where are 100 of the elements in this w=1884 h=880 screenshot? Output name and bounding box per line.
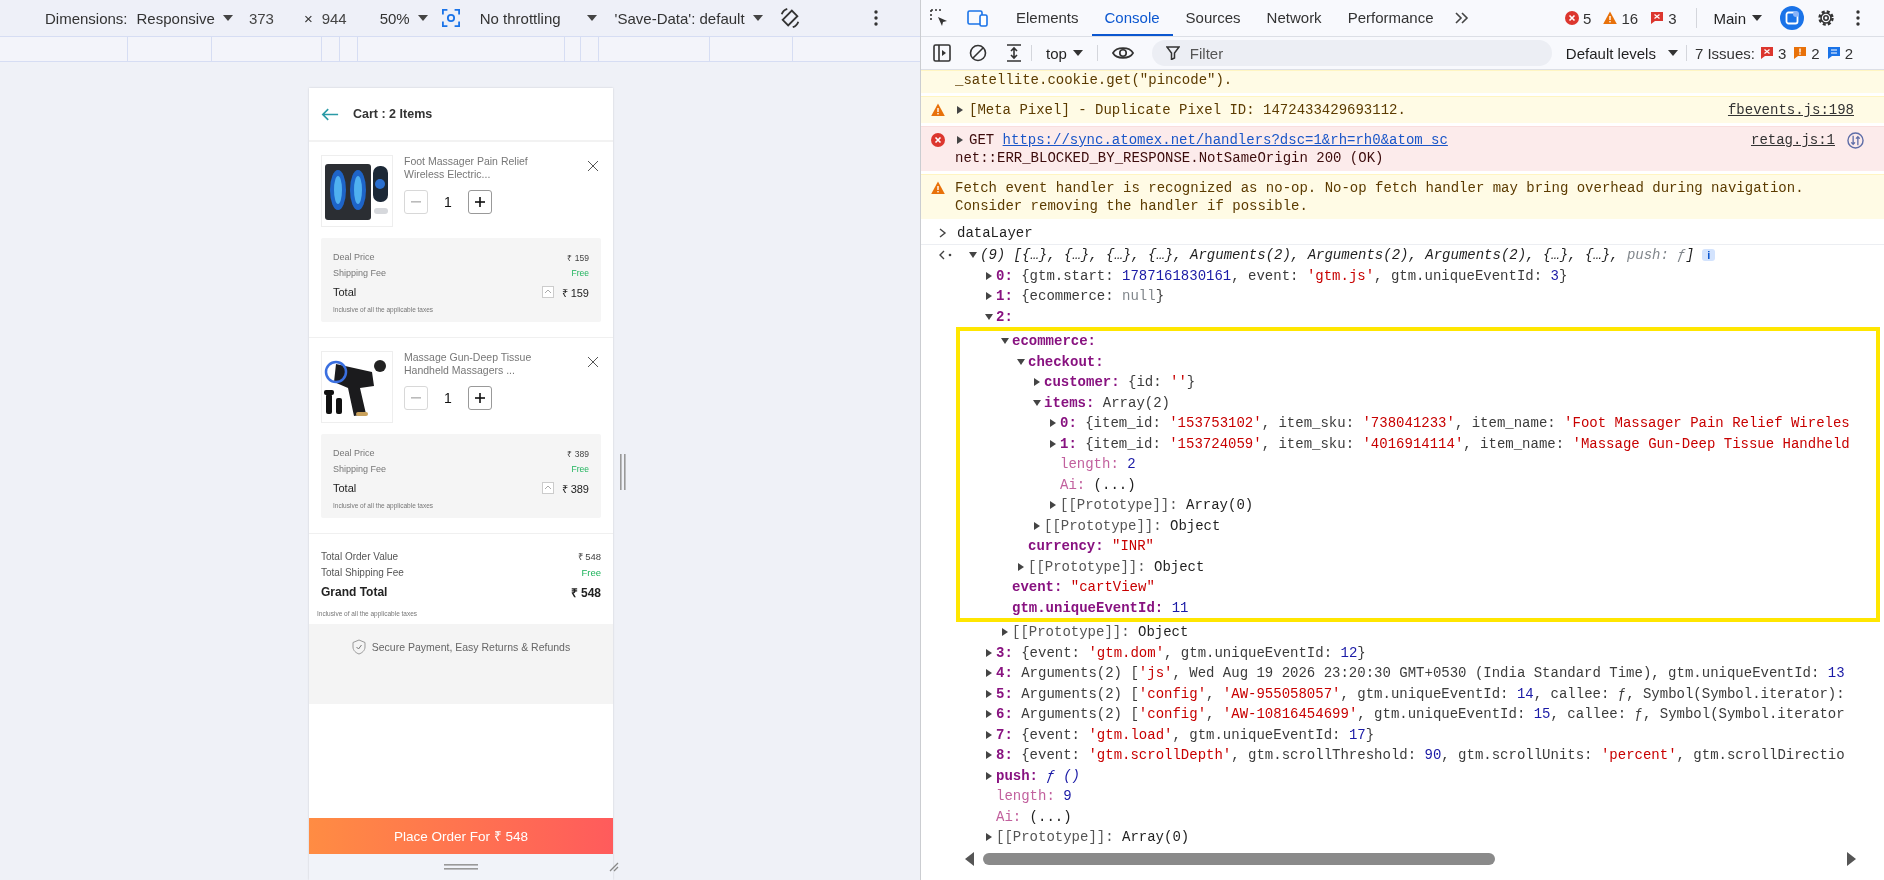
- expand-arrow-icon[interactable]: [1048, 418, 1058, 429]
- page-title: Cart : 2 Items: [353, 107, 433, 121]
- sidebar-icon[interactable]: [933, 44, 951, 62]
- status-count[interactable]: 3: [1650, 0, 1677, 36]
- warning-icon: [1603, 11, 1618, 25]
- tree-entry: customer: {id: ''}: [1044, 374, 1196, 391]
- levels-dropdown[interactable]: Default levels: [1565, 44, 1678, 62]
- device-dropdown[interactable]: Responsive: [136, 9, 233, 27]
- console-command-text: dataLayer: [957, 225, 1033, 241]
- message-text: Consider removing the handler if possible.: [955, 198, 1308, 214]
- info-issue-icon: [1826, 46, 1841, 60]
- source-link[interactable]: fbevents.js:198: [1727, 102, 1854, 118]
- expand-arrow-icon[interactable]: [984, 729, 994, 740]
- source-link[interactable]: retag.js:1: [1751, 132, 1835, 148]
- price-value: ₹ 159: [561, 285, 589, 300]
- expand-arrow-icon[interactable]: [1032, 520, 1042, 531]
- settings-icon[interactable]: [1816, 8, 1836, 28]
- expand-arrow-icon[interactable]: [984, 770, 994, 781]
- height-field[interactable]: 944: [321, 9, 366, 27]
- save-data-dropdown[interactable]: 'Save-Data': default: [614, 9, 763, 27]
- quantity-value: 1: [443, 194, 453, 210]
- warning-icon: [931, 181, 945, 195]
- info-badge[interactable]: i: [1702, 249, 1716, 262]
- message-text: [Meta Pixel] - Duplicate Pixel ID: 1472433429693112.: [969, 102, 1406, 118]
- resize-grip-icon[interactable]: [619, 454, 627, 490]
- summary-label: Grand Total: [321, 585, 388, 599]
- clear-console-icon[interactable]: [969, 44, 987, 62]
- zoom-dropdown[interactable]: 50%: [379, 9, 428, 27]
- network-request-icon[interactable]: [1847, 131, 1864, 149]
- filter-icon: [1165, 46, 1180, 60]
- expand-arrow-icon[interactable]: [955, 105, 965, 115]
- issue-count[interactable]: 3: [1759, 44, 1787, 62]
- panel-tab[interactable]: Performance: [1334, 0, 1447, 36]
- expand-arrow-icon[interactable]: [984, 750, 994, 761]
- price-value: Free: [571, 268, 589, 278]
- expand-arrow-icon[interactable]: [984, 688, 994, 699]
- tree-entry: event: "cartView": [1012, 579, 1155, 596]
- status-count[interactable]: 5: [1565, 0, 1592, 36]
- capture-icon[interactable]: [441, 9, 460, 27]
- status-count[interactable]: 16: [1603, 0, 1639, 36]
- message-text: Fetch event handler is recognized as no-op. No-op fetch handler may bring overhead during navigation.: [955, 180, 1804, 196]
- close-icon[interactable]: [588, 161, 598, 171]
- inspect-icon[interactable]: [929, 8, 949, 28]
- panel-tab[interactable]: Network: [1253, 0, 1335, 36]
- summary-label: Total Order Value: [321, 550, 399, 562]
- panel-tab[interactable]: Sources: [1172, 0, 1254, 36]
- assistant-icon[interactable]: [1780, 6, 1804, 30]
- close-icon[interactable]: [588, 357, 598, 367]
- device-toggle-icon[interactable]: [967, 8, 989, 28]
- tree-entry: [[Prototype]]: Object: [1044, 517, 1221, 534]
- expand-arrow-icon[interactable]: [984, 311, 994, 322]
- scroll-right-icon[interactable]: [1846, 852, 1856, 866]
- scrollbar-thumb[interactable]: [983, 853, 1495, 865]
- more-tabs-icon[interactable]: [1454, 12, 1469, 24]
- back-arrow-icon[interactable]: [321, 107, 339, 121]
- tree-entry: 8: {event: 'gtm.scrollDepth', gtm.scrollThreshold: 90, gtm.scrollUnits: 'percent', gtm.scrollDirectio: [996, 747, 1845, 764]
- tree-entry: checkout:: [1028, 353, 1104, 370]
- tree-entry: 2:: [996, 308, 1013, 325]
- expand-arrow-icon[interactable]: [984, 291, 994, 302]
- expand-arrow-icon[interactable]: [984, 270, 994, 281]
- rotate-icon[interactable]: [778, 7, 801, 29]
- expand-arrow-icon[interactable]: [1016, 561, 1026, 572]
- drag-handle-icon[interactable]: [444, 864, 478, 870]
- panel-tab[interactable]: Elements: [1003, 0, 1092, 36]
- more-options-icon[interactable]: [873, 10, 878, 26]
- expand-arrow-icon[interactable]: [984, 832, 994, 843]
- tree-entry: currency: "INR": [1028, 538, 1155, 555]
- resize-corner-icon[interactable]: [607, 860, 619, 872]
- eye-icon[interactable]: [1111, 45, 1134, 61]
- issue-count[interactable]: 2: [1826, 44, 1853, 62]
- target-dropdown[interactable]: Main: [1713, 0, 1762, 36]
- increase-button[interactable]: [468, 386, 492, 410]
- increase-button[interactable]: [468, 190, 492, 214]
- tree-entry: [[Prototype]]: Object: [1012, 624, 1189, 641]
- expand-arrow-icon[interactable]: [984, 647, 994, 658]
- expand-arrow-icon[interactable]: [984, 668, 994, 679]
- expand-arrow-icon[interactable]: [1048, 438, 1058, 449]
- throttling-dropdown[interactable]: No throttling: [479, 9, 597, 27]
- expand-arrow-icon[interactable]: [955, 135, 965, 145]
- issue-count[interactable]: 2: [1793, 44, 1820, 62]
- scroll-to-bottom-icon[interactable]: [1005, 44, 1023, 62]
- context-dropdown[interactable]: top: [1046, 44, 1083, 62]
- issues-label[interactable]: 7 Issues:: [1694, 44, 1755, 62]
- product-name[interactable]: Foot Massager Pain Relief Wireless Electric...: [404, 155, 564, 181]
- expand-arrow-icon[interactable]: [1000, 627, 1010, 638]
- assurance-text: Secure Payment, Easy Returns & Refunds: [371, 641, 571, 653]
- scroll-left-icon[interactable]: [965, 852, 975, 866]
- expand-arrow-icon[interactable]: [1016, 356, 1026, 367]
- expand-arrow-icon[interactable]: [984, 709, 994, 720]
- expand-arrow-icon[interactable]: [1032, 377, 1042, 388]
- filter-field[interactable]: Filter: [1151, 40, 1552, 66]
- tree-entry: 7: {event: 'gtm.load', gtm.uniqueEventId: 17}: [996, 726, 1375, 743]
- more-options-icon[interactable]: [1856, 10, 1860, 26]
- product-name[interactable]: Massage Gun-Deep Tissue Handheld Massagers ...: [404, 351, 564, 377]
- plus-icon: [475, 197, 485, 207]
- expand-arrow-icon[interactable]: [1048, 500, 1058, 511]
- error-icon: [1565, 11, 1580, 25]
- expand-arrow-icon[interactable]: [1032, 397, 1042, 408]
- width-field[interactable]: 373: [248, 9, 293, 27]
- request-url-link[interactable]: https://sync.atomex.net/handlers?dsc=1&rh=rh0&atom_sc: [1002, 132, 1448, 148]
